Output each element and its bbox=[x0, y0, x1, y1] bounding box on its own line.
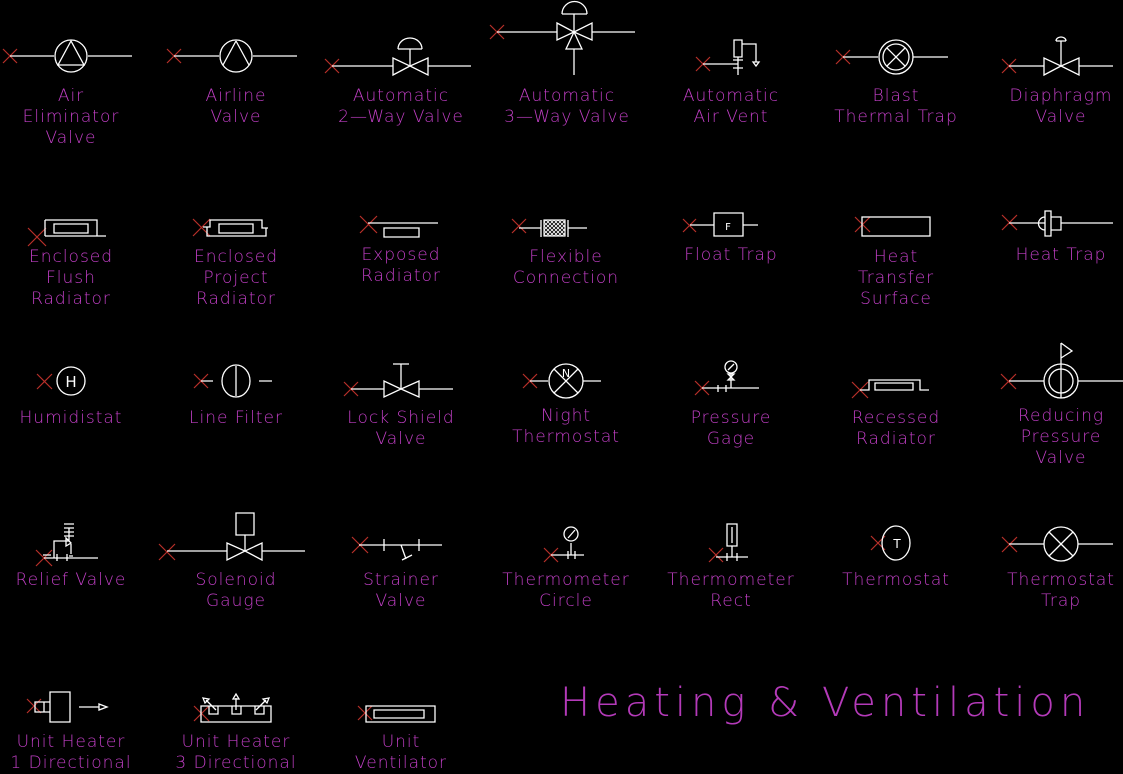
symbol-label: Enclosed Flush Radiator bbox=[28, 247, 114, 309]
automatic-air-vent-icon bbox=[695, 39, 761, 75]
symbol-label: Unit Heater 3 Directional bbox=[175, 732, 297, 773]
line-filter-icon bbox=[193, 364, 272, 398]
symbol-label: Strainer Valve bbox=[363, 570, 439, 611]
automatic-3-way-valve-icon bbox=[489, 0, 635, 75]
symbol-label: Recessed Radiator bbox=[851, 408, 941, 449]
symbol-label: Lock Shield Valve bbox=[347, 408, 455, 449]
night-thermostat-icon: N bbox=[522, 363, 601, 399]
symbol-label: Pressure Gage bbox=[690, 408, 772, 449]
symbol-label: Humidistat bbox=[19, 408, 123, 428]
unit-heater-1-directional-icon bbox=[26, 691, 109, 723]
symbol-label: Automatic Air Vent bbox=[682, 86, 780, 127]
symbol-label: Thermometer Rect bbox=[667, 570, 795, 611]
symbol-label: Unit Ventilator bbox=[354, 732, 448, 773]
symbol-label: ThermostatThermostat bbox=[842, 570, 950, 590]
symbol-label: Thermometer Circle bbox=[502, 570, 630, 611]
strainer-valve-icon bbox=[351, 536, 442, 561]
humidistat-glyph: H bbox=[65, 373, 76, 391]
symbol-label: Unit Heater 1 Directional bbox=[10, 732, 132, 773]
symbol-label: Automatic 2—Way Valve bbox=[338, 86, 464, 127]
symbol-label: Float Trap bbox=[684, 245, 778, 265]
symbol-label: Heat Trap bbox=[1015, 245, 1107, 265]
symbol-label: Exposed Radiator bbox=[361, 245, 441, 286]
symbol-label: Automatic 3—Way Valve bbox=[504, 86, 630, 127]
diaphragm-valve-icon bbox=[1001, 36, 1113, 77]
lock-shield-valve-icon bbox=[343, 363, 453, 399]
thermostat-icon: T bbox=[870, 525, 911, 561]
float-trap-glyph: F bbox=[725, 222, 731, 233]
pressure-gage-icon bbox=[694, 360, 759, 396]
night-thermostat-glyph: N bbox=[562, 367, 570, 380]
recessed-radiator-icon bbox=[851, 379, 929, 399]
thermometer-circle-icon bbox=[543, 526, 584, 563]
symbol-label: Thermostat Trap bbox=[1007, 570, 1115, 611]
symbol-label: Enclosed Project Radiator bbox=[193, 247, 279, 309]
symbol-label: Blast Thermal Trap bbox=[834, 86, 958, 127]
unit-heater-3-directional-icon bbox=[193, 692, 272, 723]
blast-thermal-trap-icon bbox=[835, 39, 948, 75]
automatic-2-way-valve-icon bbox=[324, 37, 471, 77]
solenoid-gauge-icon bbox=[158, 512, 305, 562]
thermostat-trap-icon bbox=[1001, 526, 1113, 562]
symbol-label: Solenoid Gauge bbox=[195, 570, 277, 611]
symbol-label: Reducing Pressure Valve bbox=[1017, 406, 1105, 468]
reducing-pressure-valve-icon bbox=[1000, 342, 1123, 399]
symbol-label: Heat Transfer Surface bbox=[857, 247, 935, 309]
thermometer-rect-icon bbox=[708, 523, 748, 563]
air-eliminator-valve-icon bbox=[2, 39, 132, 73]
symbol-label: Flexible Connection bbox=[512, 247, 620, 288]
humidistat-icon: H bbox=[36, 366, 86, 396]
symbol-label: Night Thermostat bbox=[512, 406, 620, 447]
drawing-title: Heating & Ventilation bbox=[560, 680, 1091, 726]
thermostat-glyph: T bbox=[892, 537, 901, 551]
symbol-label: Relief Valve bbox=[15, 570, 127, 590]
unit-ventilator-icon bbox=[357, 705, 436, 723]
symbol-label: Diaphragm Valve bbox=[1009, 86, 1113, 127]
relief-valve-icon bbox=[35, 523, 98, 567]
airline-valve-icon bbox=[166, 39, 297, 73]
symbol-label: Airline Valve bbox=[205, 86, 267, 127]
symbol-label: Air Eliminator Valve bbox=[22, 86, 120, 148]
symbol-label: Line Filter bbox=[189, 408, 283, 428]
